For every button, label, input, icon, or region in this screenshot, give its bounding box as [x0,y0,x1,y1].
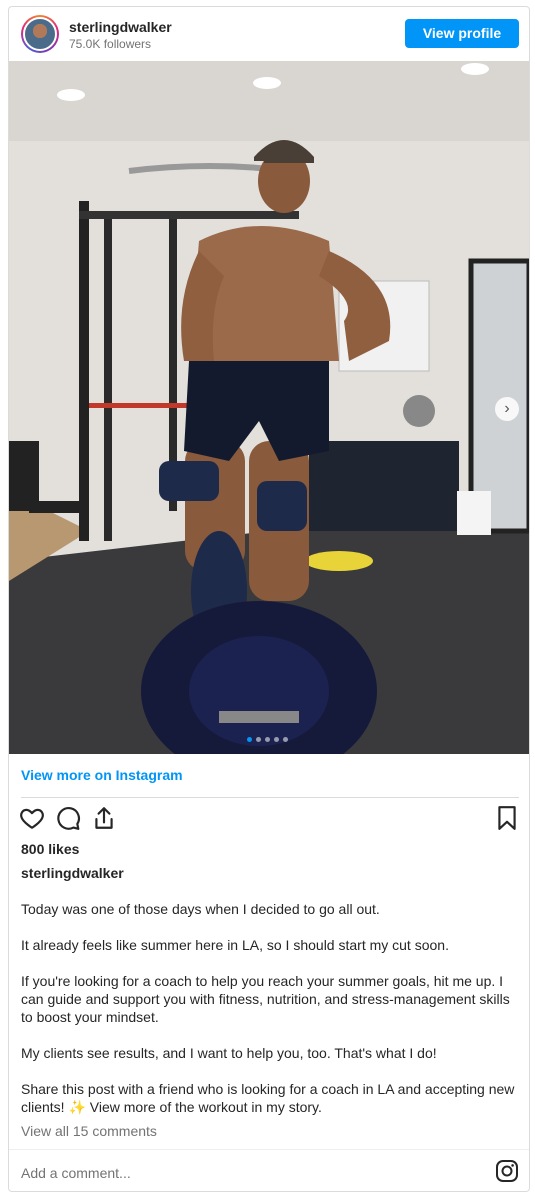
action-bar [19,805,519,835]
username-link[interactable]: sterlingdwalker [69,19,172,35]
caption-username[interactable]: sterlingdwalker [21,865,124,881]
view-comments-link[interactable]: View all 15 comments [21,1123,157,1139]
carousel-dot [256,737,261,742]
like-count[interactable]: 800 likes [21,841,79,857]
avatar[interactable] [21,15,59,53]
comment-input[interactable]: Add a comment... [21,1165,131,1181]
view-more-link[interactable]: View more on Instagram [21,767,183,783]
next-slide-button[interactable]: › [495,397,519,421]
divider [21,797,519,798]
carousel-dot [283,737,288,742]
divider [9,1149,529,1150]
caption-paragraph: If you're looking for a coach to help yo… [21,973,510,1025]
carousel-dot [265,737,270,742]
caption-paragraph: It already feels like summer here in LA,… [21,937,449,953]
caption-paragraph: Share this post with a friend who is loo… [21,1081,515,1115]
instagram-logo-icon[interactable] [495,1159,519,1183]
heart-icon[interactable] [19,805,45,831]
caption-paragraph: Today was one of those days when I decid… [21,901,380,917]
carousel-dot [274,737,279,742]
instagram-embed-card: sterlingdwalker 75.0K followers View pro… [8,6,530,1192]
follower-count: 75.0K followers [69,37,152,51]
caption-text: Today was one of those days when I decid… [21,900,521,1116]
carousel-indicator [247,737,288,742]
post-header: sterlingdwalker 75.0K followers View pro… [9,7,529,61]
bookmark-icon[interactable] [494,805,520,831]
post-photo[interactable]: › [9,61,529,754]
caption-paragraph: My clients see results, and I want to he… [21,1045,437,1061]
carousel-dot [247,737,252,742]
share-icon[interactable] [91,805,117,831]
view-profile-button[interactable]: View profile [405,19,519,48]
gym-photo-illustration [9,61,529,754]
comment-icon[interactable] [55,805,81,831]
